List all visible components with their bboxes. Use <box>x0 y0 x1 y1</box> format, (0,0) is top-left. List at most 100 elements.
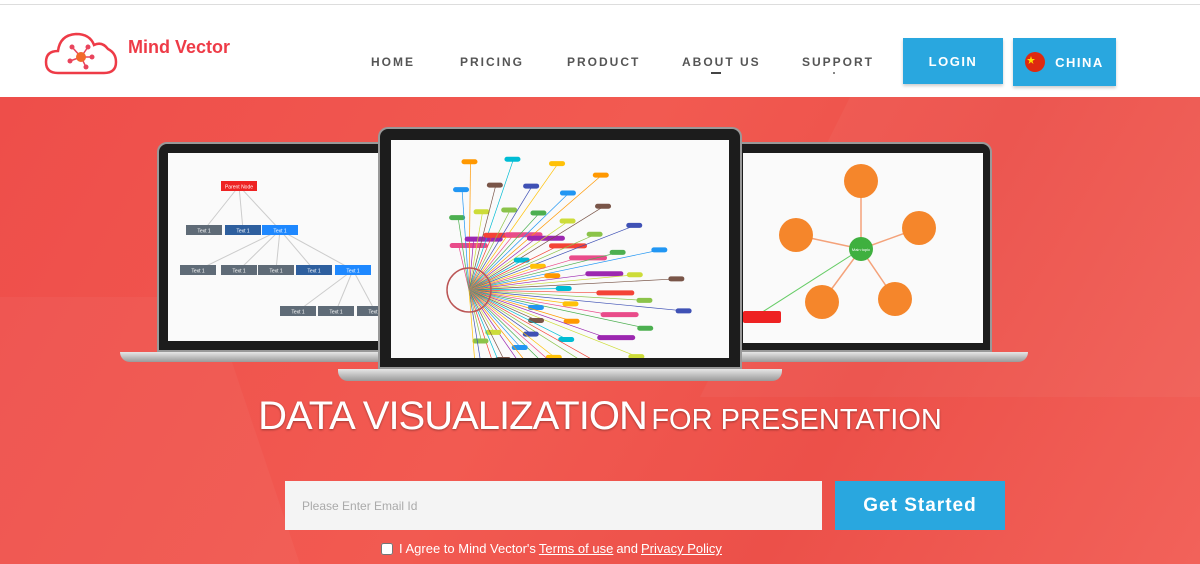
mind-center-label: Main topic <box>852 247 870 252</box>
radial-node <box>597 335 636 341</box>
tree-edge <box>238 229 281 271</box>
tree-node-label: Text 1 <box>291 310 305 316</box>
radial-node <box>636 297 653 303</box>
radial-node <box>449 215 466 221</box>
radial-node <box>449 243 488 249</box>
nav-dot <box>833 72 835 74</box>
tree-node-label: Text 1 <box>269 269 283 275</box>
nav-support[interactable]: SUPPORT <box>802 55 874 69</box>
radial-node <box>628 354 645 358</box>
nav-product[interactable]: PRODUCT <box>567 55 640 69</box>
radial-node <box>461 159 478 165</box>
tree-edge <box>238 185 244 231</box>
radial-node <box>563 318 580 324</box>
tree-node-label: Text 1 <box>307 269 321 275</box>
tree-node-label: Text 1 <box>273 229 287 235</box>
tree-edge <box>279 229 315 271</box>
brand-name: Mind Vector <box>128 36 231 57</box>
radial-node <box>569 255 608 261</box>
tree-node-label: Parent Node <box>225 185 253 191</box>
radial-node <box>548 243 587 249</box>
login-button[interactable]: LOGIN <box>903 38 1003 84</box>
and-text: and <box>616 541 639 556</box>
mind-red-node <box>743 311 781 323</box>
nav-home[interactable]: HOME <box>371 55 415 69</box>
radial-node <box>562 301 579 307</box>
tree-edge <box>238 185 281 231</box>
radial-node <box>504 156 521 162</box>
radial-node <box>513 257 530 263</box>
nav-about-us[interactable]: ABOUT US <box>682 55 761 69</box>
tree-diagram: Parent Node Text 1 Text 1 Text 1 Text 1 Text … <box>168 153 386 341</box>
radial-node <box>486 182 503 188</box>
tree-node-label: Text 1 <box>191 269 205 275</box>
radial-diagram <box>391 140 729 358</box>
laptop-tree: Parent Node Text 1 Text 1 Text 1 Text 1 Text … <box>157 142 393 352</box>
radial-node <box>675 308 692 314</box>
radial-node <box>626 222 643 228</box>
agreement-row: I Agree to Mind Vector's Terms of use an… <box>381 541 722 556</box>
hero-title: DATA VISUALIZATION FOR PRESENTATION <box>0 394 1200 439</box>
radial-graph <box>446 156 692 358</box>
active-nav-indicator <box>711 72 721 74</box>
radial-node <box>528 317 545 323</box>
agree-checkbox[interactable] <box>381 542 393 555</box>
tree-edge <box>352 269 376 312</box>
get-started-button[interactable]: Get Started <box>835 481 1005 530</box>
privacy-link[interactable]: Privacy Policy <box>641 541 722 556</box>
tree-edge <box>197 229 281 271</box>
radial-node <box>626 272 643 278</box>
radial-node <box>559 190 576 196</box>
email-input[interactable] <box>285 481 822 530</box>
laptop-center <box>378 127 742 369</box>
radial-edge <box>468 161 471 291</box>
radial-node <box>558 336 575 342</box>
mind-node <box>779 218 813 252</box>
radial-node <box>559 218 576 224</box>
logo[interactable]: Mind Vector <box>44 29 230 75</box>
site-header: Mind Vector HOME PRICING PRODUCT ABOUT U… <box>0 5 1200 97</box>
agree-text: I Agree to Mind Vector's <box>399 541 536 556</box>
radial-node <box>555 285 572 291</box>
radial-node <box>549 161 566 167</box>
terms-link[interactable]: Terms of use <box>539 541 613 556</box>
china-flag-icon <box>1025 52 1046 72</box>
cloud-network-icon <box>44 32 118 75</box>
nav-pricing[interactable]: PRICING <box>460 55 524 69</box>
mind-node <box>878 282 912 316</box>
region-selector[interactable]: CHINA <box>1013 38 1116 86</box>
tree-node-label: Text 1 <box>346 269 360 275</box>
region-label: CHINA <box>1055 54 1104 70</box>
radial-node <box>596 290 635 296</box>
radial-node <box>637 325 654 331</box>
radial-node <box>586 231 603 237</box>
tree-node-label: Text 1 <box>329 310 343 316</box>
radial-edge <box>457 217 470 291</box>
tree-edge <box>275 229 281 271</box>
radial-node <box>544 273 561 279</box>
radial-node <box>592 172 609 178</box>
radial-node <box>473 209 490 215</box>
mind-node <box>902 211 936 245</box>
login-label: LOGIN <box>928 53 978 69</box>
radial-node <box>651 247 668 253</box>
radial-node <box>523 183 540 189</box>
radial-edge <box>468 174 603 291</box>
radial-node <box>545 354 562 358</box>
tree-chart: Parent Node Text 1 Text 1 Text 1 Text 1 Text … <box>180 181 386 316</box>
hero-section: Parent Node Text 1 Text 1 Text 1 Text 1 Text … <box>0 97 1200 564</box>
tree-node-label: Text 1 <box>232 269 246 275</box>
radial-node <box>600 312 639 318</box>
radial-node <box>595 203 612 209</box>
mind-map-diagram: Main topic <box>743 153 983 343</box>
radial-node <box>585 271 624 277</box>
radial-node <box>668 276 685 282</box>
hero-title-main: DATA VISUALIZATION <box>258 394 648 438</box>
radial-edge <box>468 212 540 291</box>
tree-node-label: Text 1 <box>197 229 211 235</box>
mind-node <box>844 164 878 198</box>
tree-node-label: Text 1 <box>236 229 250 235</box>
radial-edge <box>468 289 638 358</box>
mind-map: Main topic <box>743 164 936 323</box>
tree-edge <box>279 229 354 271</box>
